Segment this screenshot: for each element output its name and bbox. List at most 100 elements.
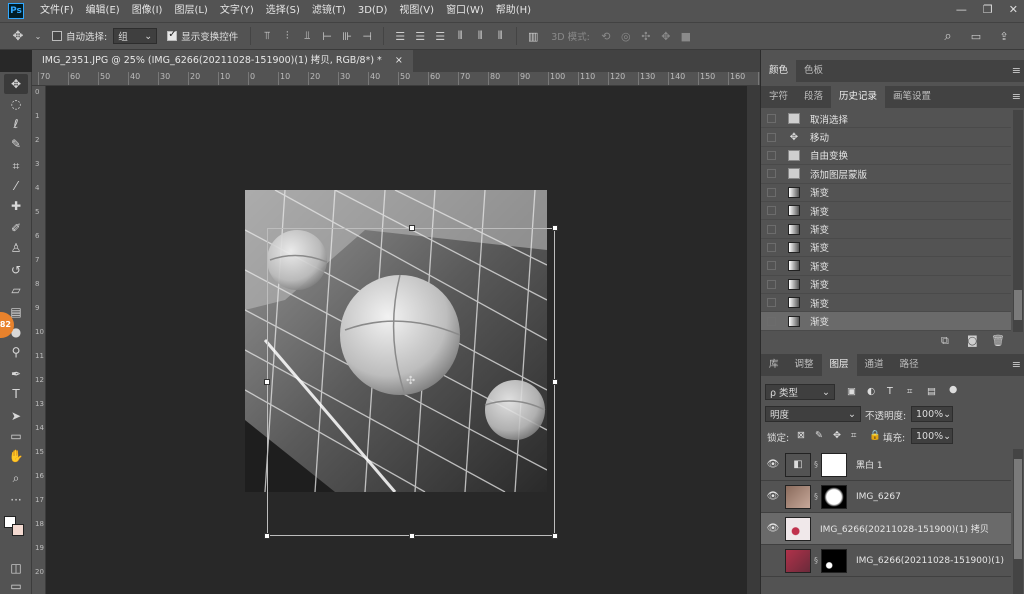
- history-brush-tool-icon[interactable]: ↺: [4, 260, 28, 280]
- history-item[interactable]: ✥ 移动: [761, 128, 1011, 147]
- tab-character[interactable]: 字符: [761, 86, 796, 108]
- share-icon[interactable]: ⇪: [996, 30, 1012, 43]
- document-tab[interactable]: IMG_2351.JPG @ 25% (IMG_6266(20211028-15…: [32, 50, 413, 72]
- panel-menu-icon[interactable]: ≡: [1012, 354, 1021, 376]
- align-vcenter-icon[interactable]: ⫶: [279, 29, 295, 43]
- align-bottom-icon[interactable]: ⫫: [299, 29, 315, 43]
- screen-mode-icon[interactable]: ▭: [4, 576, 28, 594]
- canvas-scrollbar[interactable]: [747, 86, 760, 594]
- history-brush-source-box[interactable]: [767, 206, 776, 216]
- history-brush-source-box[interactable]: [767, 132, 776, 142]
- filter-adjustment-icon[interactable]: ◐: [867, 386, 875, 397]
- auto-align-icon[interactable]: ▥: [525, 30, 541, 43]
- filter-pixel-icon[interactable]: ▣: [847, 386, 856, 397]
- dodge-tool-icon[interactable]: ⚲: [4, 342, 28, 362]
- history-item[interactable]: 渐变: [761, 257, 1011, 276]
- tab-brush-settings[interactable]: 画笔设置: [885, 86, 939, 108]
- distribute-top-icon[interactable]: ☰: [392, 30, 408, 43]
- filter-toggle-icon[interactable]: ●: [949, 384, 957, 395]
- transform-handle[interactable]: [409, 533, 415, 539]
- history-brush-source-box[interactable]: [767, 316, 776, 326]
- distribute-hcenter-icon[interactable]: ⦀: [472, 29, 488, 43]
- history-item[interactable]: 渐变: [761, 276, 1011, 294]
- pen-tool-icon[interactable]: ✒: [4, 364, 28, 384]
- history-item[interactable]: 取消选择: [761, 110, 1011, 129]
- layer-row[interactable]: § IMG_6266(20211028-151900)(1): [761, 545, 1011, 577]
- auto-select-checkbox[interactable]: [52, 31, 62, 41]
- trash-icon[interactable]: 🗑: [991, 334, 1005, 347]
- history-brush-source-box[interactable]: [767, 114, 776, 124]
- align-hcenter-icon[interactable]: ⊪: [339, 30, 355, 43]
- history-item[interactable]: 渐变: [761, 184, 1011, 202]
- distribute-left-icon[interactable]: ⦀: [452, 29, 468, 43]
- roll-3d-icon[interactable]: ◎: [618, 30, 634, 43]
- filter-type-icon[interactable]: T: [887, 386, 893, 397]
- menu-edit[interactable]: 编辑(E): [80, 0, 126, 22]
- tab-libraries[interactable]: 库: [761, 354, 787, 376]
- history-item[interactable]: 渐变: [761, 202, 1011, 221]
- history-brush-source-box[interactable]: [767, 224, 776, 234]
- filter-smart-icon[interactable]: ▤: [927, 386, 936, 397]
- tab-paths[interactable]: 路径: [892, 354, 927, 376]
- history-item[interactable]: 渐变: [761, 220, 1011, 239]
- tab-color[interactable]: 颜色: [761, 60, 797, 82]
- layer-row[interactable]: 👁 § IMG_6267: [761, 481, 1011, 513]
- history-item[interactable]: 渐变: [761, 294, 1011, 313]
- history-brush-source-box[interactable]: [767, 261, 776, 271]
- opacity-field[interactable]: 100% ⌄: [911, 406, 953, 422]
- quick-select-tool-icon[interactable]: ✎: [4, 134, 28, 154]
- brush-tool-icon[interactable]: ✐: [4, 218, 28, 238]
- layers-scroll-thumb[interactable]: [1014, 459, 1022, 559]
- transform-handle[interactable]: [409, 225, 415, 231]
- menu-image[interactable]: 图像(I): [126, 0, 169, 22]
- tab-adjustments[interactable]: 调整: [787, 354, 822, 376]
- fill-field[interactable]: 100% ⌄: [911, 428, 953, 444]
- transform-handle[interactable]: [264, 379, 270, 385]
- panel-menu-icon[interactable]: ≡: [1012, 60, 1021, 82]
- history-scroll-thumb[interactable]: [1014, 290, 1022, 320]
- menu-select[interactable]: 选择(S): [260, 0, 306, 22]
- tab-history[interactable]: 历史记录: [831, 86, 886, 108]
- lock-all-icon[interactable]: 🔒: [869, 430, 881, 441]
- clone-stamp-tool-icon[interactable]: ♙: [4, 238, 28, 258]
- tab-swatches[interactable]: 色板: [796, 60, 831, 82]
- history-brush-source-box[interactable]: [767, 150, 776, 160]
- menu-layer[interactable]: 图层(L): [168, 0, 213, 22]
- type-tool-icon[interactable]: T: [4, 384, 28, 404]
- panel-menu-icon[interactable]: ≡: [1012, 86, 1021, 108]
- scale-3d-icon[interactable]: ■: [678, 30, 694, 43]
- blend-mode-dropdown[interactable]: 明度 ⌄: [765, 406, 861, 422]
- healing-brush-tool-icon[interactable]: ✚: [4, 196, 28, 216]
- eyedropper-tool-icon[interactable]: ⁄: [4, 176, 28, 196]
- search-icon[interactable]: ⌕: [940, 29, 956, 44]
- eraser-tool-icon[interactable]: ▱: [4, 280, 28, 300]
- visibility-eye-icon[interactable]: 👁: [761, 523, 785, 534]
- menu-file[interactable]: 文件(F): [34, 0, 80, 22]
- lock-position-icon[interactable]: ✥: [833, 430, 841, 441]
- restore-button[interactable]: ❐: [983, 0, 993, 20]
- transform-handle[interactable]: [552, 225, 558, 231]
- hand-tool-icon[interactable]: ✋: [4, 446, 28, 466]
- layer-mask-thumbnail[interactable]: [821, 452, 847, 477]
- layers-scrollbar[interactable]: [1013, 449, 1023, 594]
- menu-window[interactable]: 窗口(W): [440, 0, 490, 22]
- visibility-eye-icon[interactable]: 👁: [761, 491, 785, 502]
- show-transform-checkbox[interactable]: [167, 29, 178, 41]
- layer-row[interactable]: 👁 IMG_6266(20211028-151900)(1) 拷贝: [761, 513, 1011, 545]
- tab-layers[interactable]: 图层: [821, 354, 857, 376]
- marquee-tool-icon[interactable]: ◌: [4, 94, 28, 114]
- distribute-bottom-icon[interactable]: ☰: [432, 30, 448, 43]
- drag-3d-icon[interactable]: ✣: [638, 30, 654, 43]
- slide-3d-icon[interactable]: ✥: [658, 30, 674, 43]
- tab-paragraph[interactable]: 段落: [796, 86, 831, 108]
- transform-handle[interactable]: [264, 533, 270, 539]
- canvas-area[interactable]: ✣: [47, 87, 747, 594]
- snapshot-icon[interactable]: ⧉: [941, 334, 949, 348]
- distribute-right-icon[interactable]: ⦀: [492, 29, 508, 43]
- menu-type[interactable]: 文字(Y): [214, 0, 260, 22]
- move-tool-icon[interactable]: ✥: [10, 29, 26, 44]
- history-item[interactable]: 添加图层蒙版: [761, 165, 1011, 184]
- rectangle-tool-icon[interactable]: ▭: [4, 426, 28, 446]
- transform-handle[interactable]: [552, 533, 558, 539]
- lock-transparent-icon[interactable]: ⊠: [797, 430, 805, 441]
